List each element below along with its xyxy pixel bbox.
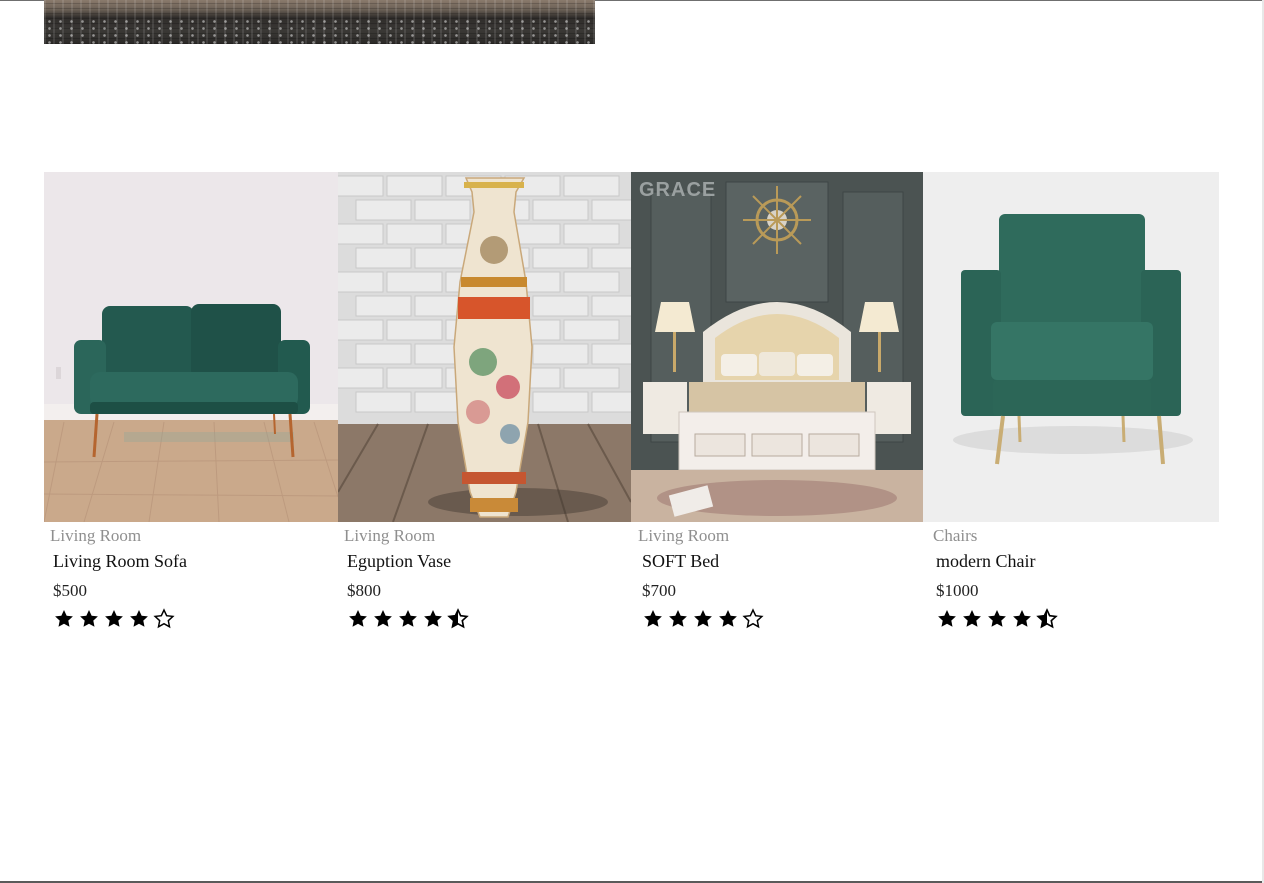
- rating-stars: [347, 608, 469, 632]
- rating-stars: [642, 608, 764, 632]
- product-category: Chairs: [933, 526, 978, 545]
- star-icon: [719, 610, 737, 627]
- product-name[interactable]: Living Room Sofa: [53, 551, 187, 572]
- product-image-chair[interactable]: [923, 172, 1219, 522]
- star-icon: [669, 610, 687, 627]
- star-half-icon: [447, 608, 469, 629]
- product-image-sofa[interactable]: [44, 172, 338, 522]
- sofa-image: [44, 172, 338, 522]
- star-icon: [424, 610, 442, 627]
- product-card-sofa[interactable]: Living Room Living Room Sofa $500: [44, 172, 338, 642]
- product-image-bed[interactable]: GRACE: [631, 172, 923, 522]
- star-icon: [55, 610, 73, 627]
- star-icon: [963, 610, 981, 627]
- product-name[interactable]: modern Chair: [936, 551, 1035, 572]
- star-icon: [374, 610, 392, 627]
- star-outline-icon: [153, 608, 175, 629]
- product-price: $700: [642, 581, 676, 600]
- product-price: $800: [347, 581, 381, 600]
- star-icon: [694, 610, 712, 627]
- bed-image-logo: GRACE: [639, 179, 716, 201]
- banner-image: [44, 0, 595, 44]
- banner-pattern: [44, 18, 595, 44]
- product-category: Living Room: [638, 526, 730, 545]
- product-grid: Living Room Living Room Sofa $500 Living…: [44, 172, 1219, 642]
- star-outline-icon: [742, 608, 764, 629]
- star-icon: [938, 610, 956, 627]
- product-category: Living Room: [344, 526, 436, 545]
- vase-image: [338, 172, 631, 522]
- star-icon: [399, 610, 417, 627]
- star-icon: [988, 610, 1006, 627]
- rating-stars: [936, 608, 1058, 632]
- star-icon: [349, 610, 367, 627]
- star-icon: [644, 610, 662, 627]
- product-name[interactable]: SOFT Bed: [642, 551, 719, 572]
- product-price: $1000: [936, 581, 979, 600]
- product-image-vase[interactable]: [338, 172, 631, 522]
- star-icon: [105, 610, 123, 627]
- product-category: Living Room: [50, 526, 142, 545]
- star-icon: [1013, 610, 1031, 627]
- product-card-vase[interactable]: Living Room Eguption Vase $800: [338, 172, 631, 642]
- star-icon: [130, 610, 148, 627]
- star-half-icon: [1036, 608, 1058, 629]
- product-name[interactable]: Eguption Vase: [347, 551, 451, 572]
- product-card-bed[interactable]: GRACE Living Room SOFT Bed $700: [631, 172, 923, 642]
- product-card-chair[interactable]: Chairs modern Chair $1000: [923, 172, 1219, 642]
- star-icon: [80, 610, 98, 627]
- chair-image: [923, 172, 1219, 522]
- rating-stars: [53, 608, 175, 632]
- product-price: $500: [53, 581, 87, 600]
- bed-image: GRACE: [631, 172, 923, 522]
